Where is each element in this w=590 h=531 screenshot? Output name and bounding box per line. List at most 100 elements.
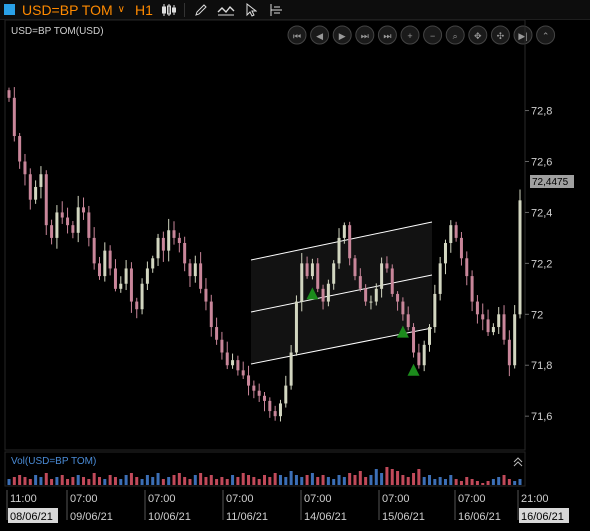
price-chart[interactable]: USD=BP TOM(USD) ⏮ ◀ ▶ ⏭ ⏭ + − ⌕ ✥ ✣ ▶| ⌃ 72,872,672… bbox=[0, 19, 590, 526]
candle bbox=[486, 309, 490, 336]
svg-text:⌃: ⌃ bbox=[542, 31, 550, 41]
date-label: 14/06/21 bbox=[304, 511, 347, 523]
candle bbox=[97, 256, 101, 280]
volume-bar bbox=[443, 479, 447, 485]
candle bbox=[518, 189, 522, 319]
candle bbox=[124, 260, 128, 291]
candle bbox=[199, 252, 203, 294]
candle bbox=[204, 278, 208, 311]
volume-bar bbox=[60, 475, 64, 485]
volume-bar bbox=[294, 475, 298, 485]
candle bbox=[23, 153, 27, 186]
volume-bar bbox=[459, 481, 463, 485]
date-label: 08/06/21 bbox=[10, 511, 53, 523]
first-icon[interactable]: ⏮ bbox=[287, 25, 307, 45]
candle bbox=[412, 323, 416, 358]
candle bbox=[7, 87, 11, 102]
volume-bar bbox=[454, 479, 458, 485]
candle bbox=[390, 264, 394, 297]
candle bbox=[34, 180, 38, 204]
candlestick-icon[interactable] bbox=[160, 2, 178, 18]
candle bbox=[513, 305, 517, 369]
volume-bar bbox=[188, 479, 192, 485]
candle bbox=[145, 261, 149, 291]
y-tick-label: 71,8 bbox=[531, 360, 552, 372]
price-pane-frame bbox=[4, 19, 526, 451]
chevron-down-icon[interactable]: ∨ bbox=[118, 4, 125, 15]
candle bbox=[220, 331, 224, 360]
scroll-icon[interactable]: ✥ bbox=[468, 25, 488, 45]
svg-text:⌕: ⌕ bbox=[453, 31, 458, 41]
volume-collapse-icon[interactable] bbox=[513, 457, 523, 467]
svg-text:⏭: ⏭ bbox=[361, 31, 369, 41]
next-icon[interactable]: ⏭ bbox=[355, 25, 375, 45]
volume-bar bbox=[337, 475, 341, 485]
candle bbox=[438, 256, 442, 301]
candle bbox=[465, 251, 469, 286]
end-icon[interactable]: ▶| bbox=[513, 25, 533, 45]
svg-text:▶: ▶ bbox=[339, 31, 346, 41]
candle bbox=[188, 259, 192, 287]
fit-icon[interactable]: ✣ bbox=[490, 25, 510, 45]
timeframe-selector[interactable]: H1 bbox=[135, 2, 153, 18]
volume-bar bbox=[497, 477, 501, 485]
pencil-icon[interactable] bbox=[192, 2, 210, 18]
svg-text:◀: ◀ bbox=[316, 31, 323, 41]
indicator-icon[interactable] bbox=[267, 2, 285, 18]
candle bbox=[475, 295, 479, 324]
prev-icon[interactable]: ◀ bbox=[310, 25, 330, 45]
y-tick-label: 72,2 bbox=[531, 258, 552, 270]
volume-bar bbox=[401, 475, 405, 485]
volume-bar bbox=[215, 479, 219, 485]
cursor-icon[interactable] bbox=[242, 2, 260, 18]
volume-bar bbox=[129, 473, 133, 485]
volume-bar bbox=[518, 479, 522, 485]
volume-bar bbox=[332, 479, 336, 485]
candle bbox=[177, 232, 181, 253]
volume-bar bbox=[433, 479, 437, 485]
candle bbox=[236, 355, 240, 376]
time-label: 11:00 bbox=[10, 493, 37, 505]
date-label: 09/06/21 bbox=[70, 511, 113, 523]
last-icon[interactable]: ⏭ bbox=[377, 25, 397, 45]
volume-bar bbox=[204, 477, 208, 485]
volume-bar bbox=[177, 473, 181, 485]
volume-bar bbox=[140, 479, 144, 485]
candle bbox=[50, 219, 54, 245]
volume-bar bbox=[183, 477, 187, 485]
play-icon[interactable]: ▶ bbox=[332, 25, 352, 45]
candle bbox=[294, 295, 298, 356]
volume-bar bbox=[273, 473, 277, 485]
volume-bar bbox=[252, 477, 256, 485]
zoom-out-icon[interactable]: − bbox=[423, 25, 443, 45]
volume-bar bbox=[412, 473, 416, 485]
chart-area[interactable]: USD=BP TOM(USD) ⏮ ◀ ▶ ⏭ ⏭ + − ⌕ ✥ ✣ ▶| ⌃ 72,8 72,6 72… bbox=[0, 19, 590, 526]
collapse-icon[interactable]: ⌃ bbox=[536, 25, 556, 45]
volume-bar bbox=[305, 475, 309, 485]
symbol-selector[interactable]: USD=BP TOM bbox=[22, 2, 113, 18]
candle bbox=[428, 324, 432, 352]
candle bbox=[443, 239, 447, 275]
zoom-area-icon[interactable]: ⌕ bbox=[445, 25, 465, 45]
line-style-icon[interactable] bbox=[217, 2, 235, 18]
volume-bar bbox=[465, 477, 469, 485]
volume-bar bbox=[268, 477, 272, 485]
volume-bar bbox=[507, 479, 511, 485]
volume-bar bbox=[380, 473, 384, 485]
y-tick-label: 72,8 bbox=[531, 106, 552, 118]
candle bbox=[156, 233, 160, 266]
svg-text:⏭: ⏭ bbox=[383, 31, 391, 41]
volume-bar bbox=[231, 475, 235, 485]
candle bbox=[119, 276, 123, 293]
zoom-in-icon[interactable]: + bbox=[400, 25, 420, 45]
top-toolbar: USD=BP TOM ∨ H1 bbox=[0, 0, 590, 20]
candle bbox=[241, 361, 245, 380]
volume-bar bbox=[364, 477, 368, 485]
last-price-label: 72,4475 bbox=[532, 177, 569, 188]
candle bbox=[193, 255, 197, 283]
volume-bar bbox=[396, 471, 400, 485]
volume-bar bbox=[348, 473, 352, 485]
volume-bar bbox=[369, 475, 373, 485]
candle bbox=[252, 380, 256, 399]
candle bbox=[247, 365, 251, 396]
